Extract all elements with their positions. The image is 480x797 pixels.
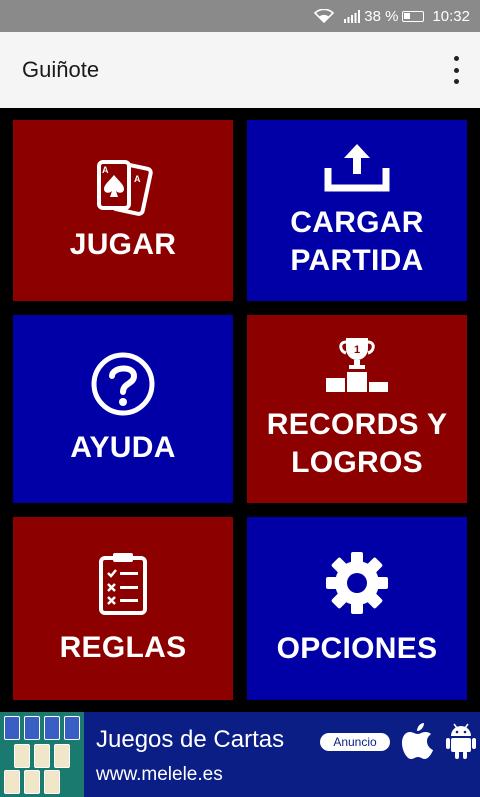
rules-label: REGLAS <box>59 630 187 664</box>
main-menu-grid: A A JUGAR CARGAR PARTIDA AYUDA 1 RECORDS… <box>0 108 480 712</box>
records-achievements-button[interactable]: 1 RECORDS Y LOGROS <box>247 315 467 503</box>
svg-text:A: A <box>102 165 109 175</box>
gear-icon <box>326 551 388 614</box>
apple-icon <box>402 723 433 759</box>
cards-icon: A A <box>97 159 153 216</box>
battery-icon <box>402 10 425 22</box>
battery-percent: 38 % <box>364 7 399 25</box>
ad-banner[interactable]: Juegos de Cartas www.melele.es Anuncio <box>0 712 480 797</box>
app-title: Guiñote <box>22 57 100 82</box>
options-label: OPCIONES <box>276 631 438 665</box>
play-label: JUGAR <box>69 227 177 261</box>
ad-url: www.melele.es <box>96 764 223 785</box>
ad-thumbnail <box>0 712 84 797</box>
wifi-icon <box>314 9 335 23</box>
help-label: AYUDA <box>70 431 176 464</box>
status-bar: 38 % 10:32 <box>0 0 480 32</box>
records-achievements-label: RECORDS Y LOGROS <box>266 408 448 479</box>
more-vert-icon[interactable] <box>448 56 464 84</box>
android-icon <box>446 723 476 759</box>
app-bar: Guiñote <box>0 32 480 108</box>
ad-badge: Anuncio <box>320 733 390 751</box>
ad-title: Juegos de Cartas <box>96 726 285 753</box>
rules-button[interactable]: REGLAS <box>13 517 233 700</box>
load-game-button[interactable]: CARGAR PARTIDA <box>247 120 467 301</box>
signal-icon <box>344 9 361 23</box>
svg-text:1: 1 <box>354 344 360 356</box>
svg-text:A: A <box>134 174 141 184</box>
options-button[interactable]: OPCIONES <box>247 517 467 700</box>
load-game-label: CARGAR PARTIDA <box>290 205 424 277</box>
trophy-podium-icon: 1 <box>326 338 388 392</box>
play-button[interactable]: A A JUGAR <box>13 120 233 301</box>
clipboard-checklist-icon <box>99 552 147 615</box>
help-button[interactable]: AYUDA <box>13 315 233 503</box>
upload-icon <box>324 143 390 191</box>
clock: 10:32 <box>432 7 470 25</box>
help-circle-icon <box>91 352 155 416</box>
